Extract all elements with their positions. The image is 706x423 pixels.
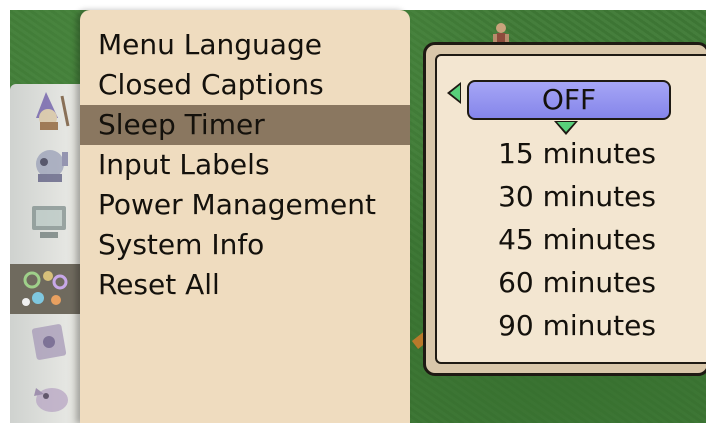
game-screen: Menu Language Closed Captions Sleep Time… [0, 0, 706, 423]
settings-menu-list: Menu Language Closed Captions Sleep Time… [80, 25, 410, 305]
selected-category-highlight[interactable] [10, 264, 90, 314]
submenu-inner-panel: OFF 15 minutes 30 minutes 45 minutes 60 … [435, 54, 706, 364]
robot-character-icon[interactable] [24, 142, 76, 186]
option-15-minutes[interactable]: 15 minutes [477, 134, 677, 174]
option-off[interactable]: OFF [467, 80, 671, 120]
menu-item-sleep-timer[interactable]: Sleep Timer [80, 105, 410, 145]
category-icon-strip [10, 84, 90, 423]
menu-item-reset-all[interactable]: Reset All [80, 265, 410, 305]
option-45-minutes[interactable]: 45 minutes [477, 220, 677, 260]
option-90-minutes[interactable]: 90 minutes [477, 306, 677, 346]
menu-item-system-info[interactable]: System Info [80, 225, 410, 265]
option-30-minutes[interactable]: 30 minutes [477, 177, 677, 217]
menu-item-closed-captions[interactable]: Closed Captions [80, 65, 410, 105]
sleep-timer-submenu: OFF 15 minutes 30 minutes 45 minutes 60 … [423, 42, 706, 376]
gears-settings-icon [22, 271, 68, 306]
menu-item-input-labels[interactable]: Input Labels [80, 145, 410, 185]
settings-menu-panel: Menu Language Closed Captions Sleep Time… [80, 10, 410, 423]
computer-monitor-icon[interactable] [24, 200, 76, 244]
scroll-down-arrow-icon[interactable] [554, 121, 578, 135]
scroll-left-arrow-icon[interactable] [447, 82, 461, 104]
menu-item-menu-language[interactable]: Menu Language [80, 25, 410, 65]
option-60-minutes[interactable]: 60 minutes [477, 263, 677, 303]
menu-item-power-management[interactable]: Power Management [80, 185, 410, 225]
puzzle-card-icon[interactable] [24, 320, 76, 364]
creature-character-icon[interactable] [24, 374, 76, 418]
wizard-character-icon[interactable] [24, 88, 76, 132]
